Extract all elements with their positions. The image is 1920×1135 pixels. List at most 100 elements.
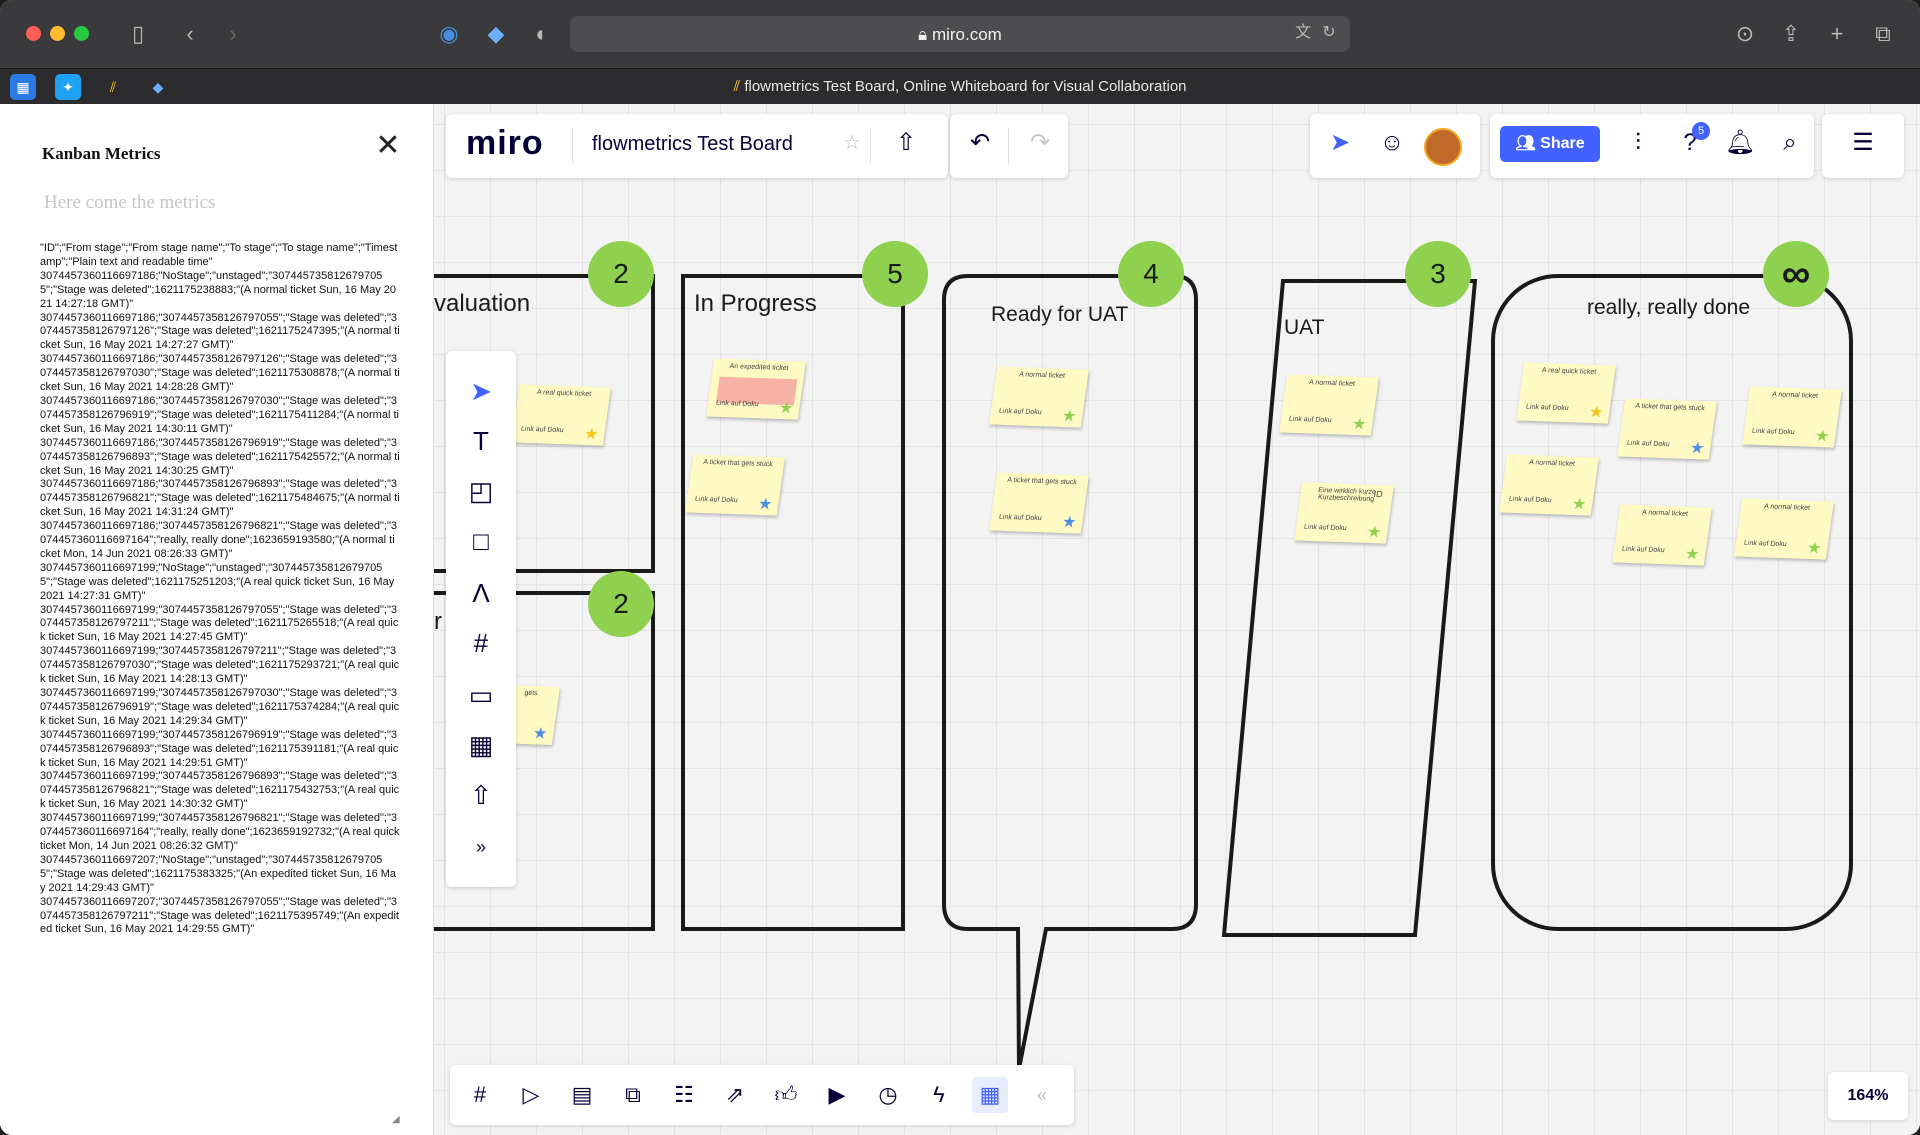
minimize-window-button[interactable] (50, 26, 65, 41)
back-icon[interactable]: ‹ (175, 20, 205, 48)
select-tool-icon[interactable]: ➤ (461, 371, 501, 411)
sticky-note-tool-icon[interactable]: ◰ (461, 471, 501, 511)
note-link[interactable]: Link auf Doku (716, 400, 760, 408)
kanban-metrics-icon[interactable]: ▦ (972, 1077, 1008, 1113)
share-screen-icon[interactable]: ⇗ (717, 1077, 753, 1113)
sticky-note[interactable]: A normal ticket Link auf Doku ★ (1499, 454, 1599, 516)
presentation-icon[interactable]: ▷ (513, 1077, 549, 1113)
downloads-icon[interactable]: ⊙ (1730, 20, 1760, 48)
lane-title[interactable]: UAT (1284, 316, 1324, 340)
share-page-icon[interactable]: ⇪ (1776, 20, 1806, 48)
note-link[interactable]: Link auf Doku (1627, 440, 1671, 448)
board-canvas[interactable]: valuation 2 rg 2 In Progress 5 Ready for… (434, 104, 1920, 1135)
note-link[interactable]: Link auf Doku (1622, 546, 1666, 554)
note-link[interactable]: Link auf Doku (695, 496, 739, 504)
sticky-note[interactable]: A ticket that gets stuck Link auf Doku ★ (685, 454, 785, 516)
undo-redo-panel: ↶ ↷ (950, 114, 1068, 178)
forward-icon[interactable]: › (218, 20, 248, 48)
kanban-metrics-panel: Kanban Metrics ✕ Here come the metrics "… (0, 104, 434, 1135)
star-icon: ★ (1587, 403, 1605, 422)
reload-icon[interactable]: ↻ (1314, 19, 1344, 47)
search-icon[interactable]: ⌕ (1774, 128, 1806, 158)
note-link[interactable]: Link auf Doku (1509, 496, 1553, 504)
notifications-bell-icon[interactable]: 🔔︎ (1724, 128, 1756, 158)
timer-icon[interactable]: ◷ (870, 1077, 906, 1113)
note-link[interactable]: Link auf Doku (1752, 428, 1796, 436)
new-tab-icon[interactable]: + (1822, 20, 1852, 48)
reactions-cursor-icon[interactable]: ➤ (1324, 128, 1356, 158)
shape-tool-icon[interactable]: □ (461, 521, 501, 561)
note-link[interactable]: Link auf Doku (1526, 404, 1570, 412)
sticky-note[interactable]: Eine wirklich kurze Kurzbeschreibung ID Li… (1294, 482, 1394, 544)
star-icon: ★ (1683, 545, 1701, 564)
miro-logo[interactable]: miro (466, 124, 544, 163)
invite-user-icon[interactable]: ☺ (1376, 128, 1408, 158)
more-tools-icon[interactable]: » (461, 827, 501, 867)
close-window-button[interactable] (26, 26, 41, 41)
sticky-note[interactable]: A ticket that gets stuck Link auf Doku ★ (1617, 398, 1717, 460)
text-tool-icon[interactable]: T (461, 421, 501, 461)
avatar[interactable] (1424, 128, 1462, 166)
note-link[interactable]: Link auf Doku (1289, 416, 1333, 424)
creation-toolbar: ➤ T ◰ □ Λ # ▭ ▦ ⇧ » (446, 351, 516, 887)
resize-grip-icon[interactable]: ◢ (392, 1114, 400, 1125)
collapse-toolbar-icon[interactable]: « (1024, 1077, 1060, 1113)
frames-icon[interactable]: # (462, 1077, 498, 1113)
kanban-app-icon[interactable]: ▦ (461, 725, 501, 765)
divider (870, 128, 871, 164)
sticky-note[interactable]: A normal ticket Link auf Doku ★ (1734, 498, 1834, 560)
sticky-note[interactable]: A normal ticket Link auf Doku ★ (1742, 386, 1842, 448)
share-button[interactable]: 👥︎ Share (1500, 126, 1600, 162)
frame-tool-icon[interactable]: # (461, 623, 501, 663)
sticky-note[interactable]: An expedited ticket Link auf Doku ★ (706, 358, 806, 420)
maximize-window-button[interactable] (74, 26, 89, 41)
lane-title[interactable]: In Progress (694, 290, 817, 318)
notes-list-icon[interactable]: ☰ (1847, 128, 1879, 158)
note-link[interactable]: Link auf Doku (1744, 540, 1788, 548)
star-icon: ★ (1060, 513, 1078, 532)
redo-icon[interactable]: ↷ (1024, 128, 1056, 158)
cards-icon[interactable]: ☷ (666, 1077, 702, 1113)
undo-icon[interactable]: ↶ (964, 128, 996, 158)
password-manager-icon[interactable]: ◉ (434, 20, 464, 48)
close-panel-icon[interactable]: ✕ (372, 130, 404, 162)
address-bar[interactable]: 🔒︎ miro.com 文 ↻ (570, 16, 1350, 52)
pen-tool-icon[interactable]: Λ (461, 573, 501, 613)
tab-overview-icon[interactable]: ⧉ (1868, 20, 1898, 48)
settings-sliders-icon[interactable]: ⫶ (1622, 128, 1654, 158)
metrics-log-textarea[interactable]: "ID";"From stage";"From stage name";"To … (40, 242, 400, 1128)
star-icon: ★ (531, 725, 549, 743)
upload-tool-icon[interactable]: ⇧ (461, 775, 501, 815)
lane-title[interactable]: really, really done (1587, 296, 1750, 320)
sticky-note[interactable]: A normal ticket Link auf Doku ★ (1279, 374, 1379, 436)
apps-lightning-icon[interactable]: ϟ (921, 1077, 957, 1113)
comment-tool-icon[interactable]: ▭ (461, 675, 501, 715)
star-board-icon[interactable]: ☆ (836, 128, 868, 158)
sidebar-toggle-icon[interactable]: ▯ (123, 20, 153, 48)
tab-title[interactable]: ⫽ flowmetrics Test Board, Online Whitebo… (0, 78, 1920, 95)
board-actions-panel: 👥︎ Share ⫶ ? 5 🔔︎ ⌕ (1490, 114, 1814, 178)
note-link[interactable]: Link auf Doku (999, 408, 1043, 416)
note-link[interactable]: Link auf Doku (521, 426, 565, 434)
zoom-level[interactable]: 164% (1828, 1072, 1908, 1120)
video-icon[interactable]: ▶ (819, 1077, 855, 1113)
comments-icon[interactable]: ▤ (564, 1077, 600, 1113)
sticky-note[interactable]: A normal ticket Link auf Doku ★ (989, 366, 1089, 428)
sticky-note[interactable]: A real quick ticket Link auf Doku ★ (511, 384, 611, 446)
lane-title[interactable]: valuation (434, 290, 530, 318)
sticky-note[interactable]: A real quick ticket Link auf Doku ★ (1516, 362, 1616, 424)
chat-icon[interactable]: ⧉ (615, 1077, 651, 1113)
shield-icon[interactable]: ◐ (527, 20, 557, 48)
lane-title[interactable]: Ready for UAT (991, 303, 1128, 327)
voting-icon[interactable]: 👍︎ (768, 1077, 804, 1113)
star-icon: ★ (756, 495, 774, 514)
sticky-note[interactable]: A normal ticket Link auf Doku ★ (1612, 504, 1712, 566)
sticky-note[interactable]: A ticket that gets stuck Link auf Doku ★ (989, 472, 1089, 534)
export-icon[interactable]: ⇧ (890, 128, 922, 158)
gem-extension-icon[interactable]: ◆ (481, 20, 511, 48)
note-link[interactable]: Link auf Doku (999, 514, 1043, 522)
note-title: A ticket that gets stuck (1634, 402, 1706, 413)
note-link[interactable]: Link auf Doku (1304, 524, 1348, 532)
board-name[interactable]: flowmetrics Test Board (592, 133, 793, 156)
collaboration-toolbar: # ▷ ▤ ⧉ ☷ ⇗ 👍︎ ▶ ◷ ϟ ▦ « (450, 1065, 1074, 1125)
